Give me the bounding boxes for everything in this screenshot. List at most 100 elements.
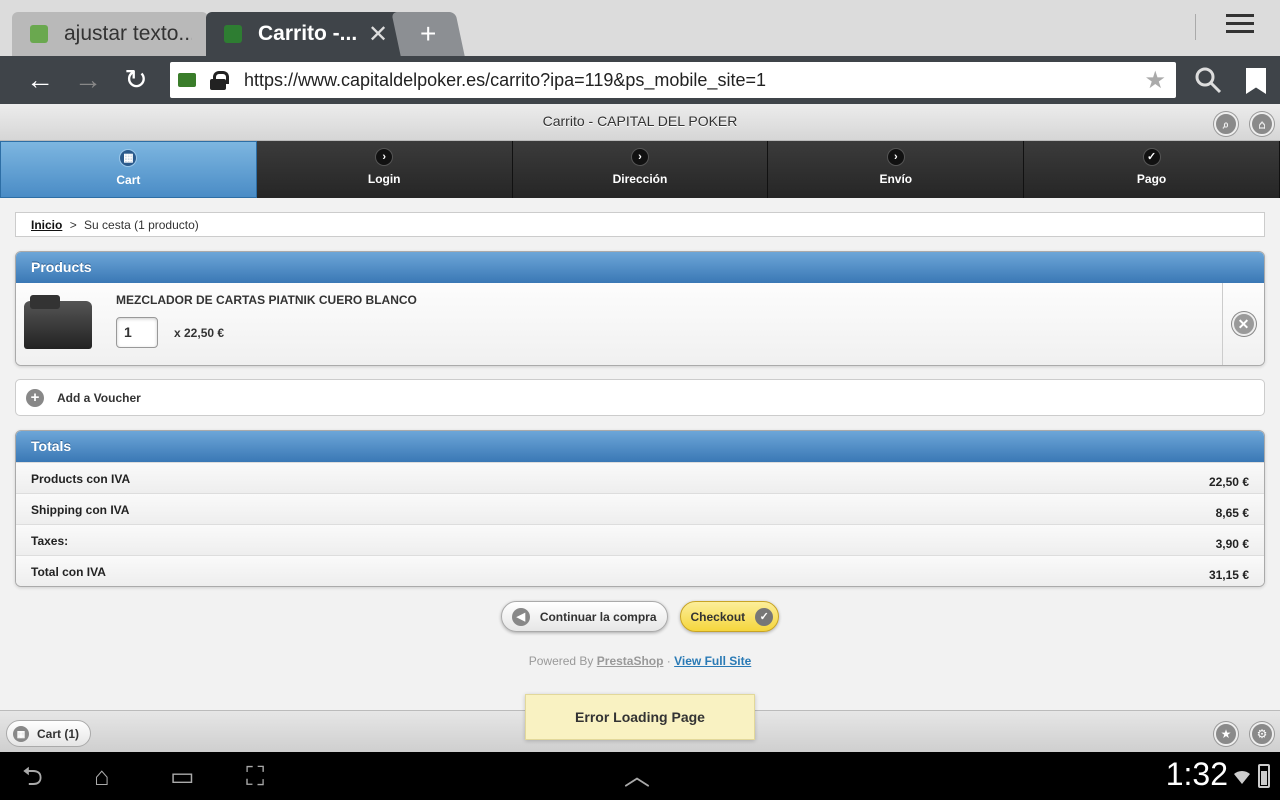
android-system-bar: ⮌ ⌂ ▭ ⛶ ︿ 1:32 bbox=[0, 752, 1280, 800]
close-icon: ✕ bbox=[1231, 312, 1256, 336]
step-label: Pago bbox=[1136, 172, 1167, 186]
chevron-right-icon: › bbox=[630, 148, 649, 166]
step-label: Login bbox=[367, 172, 401, 186]
tab-title: Carrito -... bbox=[258, 22, 358, 45]
gear-icon[interactable]: ⚙ bbox=[1250, 722, 1274, 746]
star-icon[interactable]: ★ bbox=[1214, 722, 1238, 746]
view-full-site-link[interactable]: View Full Site bbox=[674, 654, 751, 668]
back-arrow-icon: ◀ bbox=[511, 607, 530, 626]
battery-icon bbox=[1258, 764, 1270, 788]
back-icon[interactable]: ⮌ bbox=[22, 762, 43, 790]
breadcrumb-home-link[interactable]: Inicio bbox=[31, 218, 62, 232]
total-label: Taxes: bbox=[31, 534, 69, 548]
powered-prefix: Powered By bbox=[528, 654, 594, 668]
breadcrumb-separator: > bbox=[69, 218, 77, 232]
continue-shopping-button[interactable]: ◀ Continuar la compra bbox=[500, 601, 668, 632]
browser-menu-icon[interactable] bbox=[1226, 14, 1254, 42]
tab-favicon-icon bbox=[30, 25, 48, 43]
close-tab-icon[interactable]: ✕ bbox=[368, 20, 388, 49]
tab-title: ajustar texto... bbox=[64, 22, 192, 45]
voucher-label: Add a Voucher bbox=[57, 390, 141, 405]
total-row: Shipping con IVA 8,65 € bbox=[16, 493, 1264, 524]
checkout-steps: ▦ Cart › Login › Dirección › Envío ✓ Pag… bbox=[0, 141, 1280, 198]
lock-icon bbox=[210, 71, 229, 90]
total-label: Products con IVA bbox=[31, 472, 131, 486]
total-row: Products con IVA 22,50 € bbox=[16, 462, 1264, 493]
url-text[interactable]: https://www.capitaldelpoker.es/carrito?i… bbox=[244, 70, 1144, 91]
total-row: Total con IVA 31,15 € bbox=[16, 555, 1264, 586]
grid-icon: ▦ bbox=[119, 149, 138, 167]
step-cart[interactable]: ▦ Cart bbox=[0, 141, 257, 198]
quantity-input[interactable]: 1 bbox=[116, 317, 158, 348]
checkout-label: Checkout bbox=[690, 609, 746, 624]
browser-tab-strip: ajustar texto... Carrito -... ✕ + bbox=[0, 0, 1280, 56]
powered-by: Powered By PrestaShop · View Full Site bbox=[0, 654, 1280, 668]
step-pago[interactable]: ✓ Pago bbox=[1024, 141, 1280, 198]
clock: 1:32 bbox=[1165, 756, 1228, 792]
step-direccion[interactable]: › Dirección bbox=[512, 141, 769, 198]
tab-favicon-icon bbox=[224, 25, 242, 43]
prestashop-link[interactable]: PrestaShop bbox=[597, 654, 664, 668]
browser-toolbar: ← → ↻ https://www.capitaldelpoker.es/car… bbox=[0, 56, 1280, 104]
continue-label: Continuar la compra bbox=[539, 609, 657, 624]
page-header: Carrito - CAPITAL DEL POKER ⌕ ⌂ bbox=[0, 104, 1280, 141]
step-envio[interactable]: › Envío bbox=[768, 141, 1025, 198]
address-bar[interactable]: https://www.capitaldelpoker.es/carrito?i… bbox=[170, 62, 1176, 98]
step-label: Dirección bbox=[612, 172, 668, 186]
check-icon: ✓ bbox=[755, 607, 774, 626]
total-value: 31,15 € bbox=[1208, 568, 1249, 582]
totals-section: Totals Products con IVA 22,50 € Shipping… bbox=[15, 430, 1265, 587]
total-label: Total con IVA bbox=[31, 565, 106, 579]
recent-apps-icon[interactable]: ▭ bbox=[170, 762, 195, 790]
add-voucher-button[interactable]: + Add a Voucher bbox=[15, 379, 1265, 416]
site-favicon-icon bbox=[178, 73, 196, 87]
search-icon[interactable] bbox=[1194, 66, 1222, 94]
total-label: Shipping con IVA bbox=[31, 503, 130, 517]
checkout-button[interactable]: Checkout ✓ bbox=[679, 601, 780, 632]
error-toast: Error Loading Page bbox=[525, 694, 755, 740]
new-tab-button[interactable]: + bbox=[391, 12, 465, 56]
remove-product-button[interactable]: ✕ bbox=[1222, 283, 1264, 365]
home-icon[interactable]: ⌂ bbox=[94, 762, 110, 790]
reload-icon[interactable]: ↻ bbox=[120, 64, 152, 96]
product-price: x 22,50 € bbox=[174, 325, 225, 340]
chevron-right-icon: › bbox=[375, 148, 394, 166]
plus-icon: + bbox=[26, 388, 44, 407]
back-arrow-icon[interactable]: ← bbox=[24, 64, 56, 96]
chevron-up-icon[interactable]: ︿ bbox=[624, 762, 650, 790]
products-section: Products MEZCLADOR DE CARTAS PIATNIK CUE… bbox=[15, 251, 1265, 366]
product-row: MEZCLADOR DE CARTAS PIATNIK CUERO BLANCO… bbox=[16, 283, 1264, 365]
cart-actions: ◀ Continuar la compra Checkout ✓ bbox=[0, 601, 1280, 632]
total-value: 22,50 € bbox=[1208, 475, 1249, 489]
total-value: 3,90 € bbox=[1215, 537, 1249, 551]
product-image[interactable] bbox=[16, 283, 100, 365]
product-qty-line: 1 x 22,50 € bbox=[116, 317, 1206, 348]
product-name[interactable]: MEZCLADOR DE CARTAS PIATNIK CUERO BLANCO bbox=[116, 293, 1206, 307]
browser-tab-1[interactable]: ajustar texto... bbox=[12, 12, 208, 56]
cart-label: Cart (1) bbox=[37, 726, 80, 741]
browser-tab-2[interactable]: Carrito -... ✕ bbox=[206, 12, 402, 56]
plus-icon: + bbox=[419, 18, 437, 49]
step-label: Cart bbox=[116, 173, 141, 187]
cart-button[interactable]: ▦ Cart (1) bbox=[6, 720, 92, 747]
total-value: 8,65 € bbox=[1215, 506, 1249, 520]
wifi-icon bbox=[1234, 770, 1250, 784]
breadcrumb-current: Su cesta (1 producto) bbox=[84, 218, 199, 232]
divider bbox=[1195, 14, 1196, 40]
powered-dot: · bbox=[666, 654, 671, 668]
totals-header: Totals bbox=[16, 431, 1264, 462]
breadcrumb: Inicio > Su cesta (1 producto) bbox=[15, 212, 1265, 237]
screenshot-icon[interactable]: ⛶ bbox=[246, 762, 264, 790]
search-icon[interactable]: ⌕ bbox=[1214, 112, 1238, 136]
step-login[interactable]: › Login bbox=[256, 141, 513, 198]
bookmarks-icon[interactable] bbox=[1246, 68, 1266, 94]
product-info: MEZCLADOR DE CARTAS PIATNIK CUERO BLANCO… bbox=[100, 283, 1222, 365]
products-header: Products bbox=[16, 252, 1264, 283]
chevron-right-icon: › bbox=[886, 148, 905, 166]
page-title: Carrito - CAPITAL DEL POKER bbox=[542, 113, 738, 129]
forward-arrow-icon[interactable]: → bbox=[72, 64, 104, 96]
total-row: Taxes: 3,90 € bbox=[16, 524, 1264, 555]
star-icon[interactable]: ★ bbox=[1144, 66, 1166, 95]
web-page: Carrito - CAPITAL DEL POKER ⌕ ⌂ ▦ Cart ›… bbox=[0, 104, 1280, 752]
home-icon[interactable]: ⌂ bbox=[1250, 112, 1274, 136]
